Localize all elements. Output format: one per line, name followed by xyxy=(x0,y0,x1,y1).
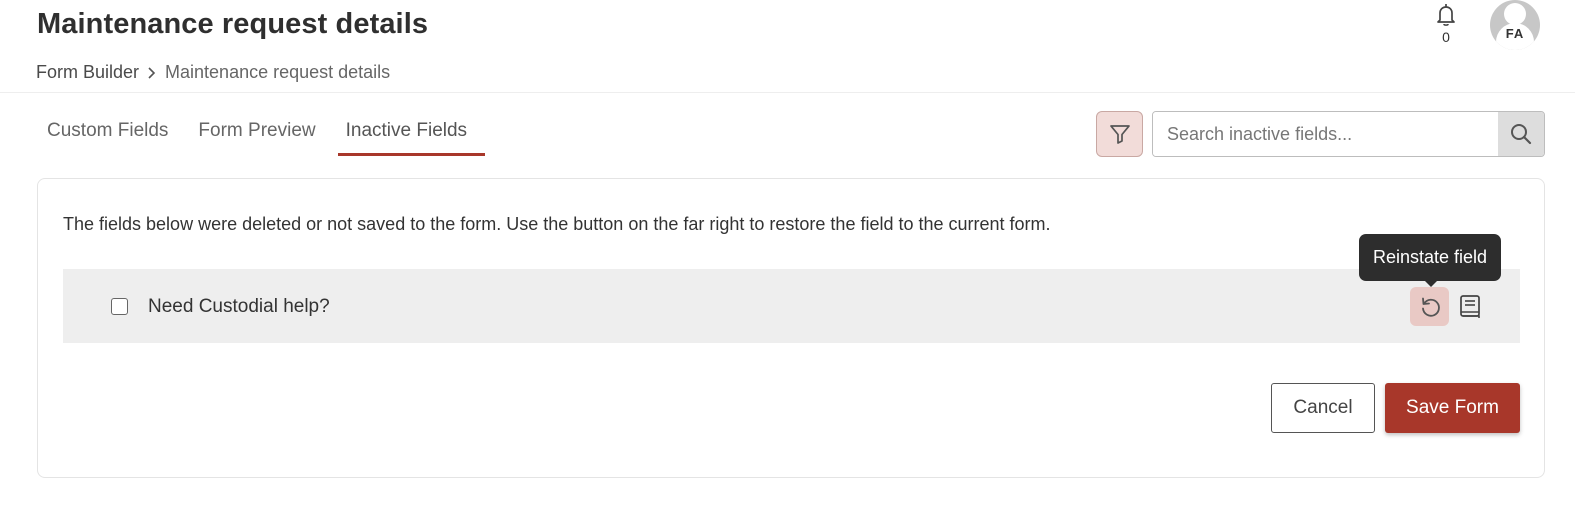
tab-custom-fields[interactable]: Custom Fields xyxy=(37,110,178,156)
chevron-right-icon xyxy=(147,66,157,80)
search-button[interactable] xyxy=(1498,112,1544,156)
reinstate-tooltip: Reinstate field xyxy=(1359,234,1501,287)
user-initials: FA xyxy=(1505,26,1525,41)
search-input[interactable] xyxy=(1153,112,1498,156)
inactive-fields-panel: The fields below were deleted or not sav… xyxy=(37,178,1545,478)
restore-icon xyxy=(1421,297,1440,317)
notification-count: 0 xyxy=(1442,29,1450,45)
avatar-head-shape xyxy=(1504,3,1526,25)
breadcrumb-current: Maintenance request details xyxy=(165,62,391,82)
book-icon xyxy=(1460,295,1480,318)
user-avatar[interactable]: FA xyxy=(1490,0,1540,50)
inactive-field-row: Need Custodial help? xyxy=(63,269,1520,343)
tab-inactive-fields[interactable]: Inactive Fields xyxy=(336,110,486,156)
tab-form-preview[interactable]: Form Preview xyxy=(188,110,325,156)
tab-bar: Custom Fields Form Preview Inactive Fiel… xyxy=(37,110,487,156)
info-text: The fields below were deleted or not sav… xyxy=(63,214,1051,234)
field-label: Need Custodial help? xyxy=(148,296,330,317)
search-box xyxy=(1152,111,1545,157)
filter-icon xyxy=(1109,125,1130,144)
page-header: Maintenance request details Form Builder… xyxy=(0,0,1575,93)
breadcrumb: Form Builder Maintenance request details xyxy=(36,62,390,83)
field-details-button[interactable] xyxy=(1455,291,1485,323)
filter-button[interactable] xyxy=(1096,111,1143,157)
reinstate-field-button[interactable] xyxy=(1410,287,1449,326)
breadcrumb-form-builder-link[interactable]: Form Builder xyxy=(36,62,139,83)
field-checkbox[interactable] xyxy=(111,298,128,315)
page-title: Maintenance request details xyxy=(37,8,429,40)
notifications-button[interactable]: 0 xyxy=(1433,2,1459,46)
save-form-button[interactable]: Save Form xyxy=(1385,383,1520,433)
cancel-button[interactable]: Cancel xyxy=(1271,383,1375,433)
bell-icon xyxy=(1437,3,1455,26)
search-icon xyxy=(1511,124,1532,145)
